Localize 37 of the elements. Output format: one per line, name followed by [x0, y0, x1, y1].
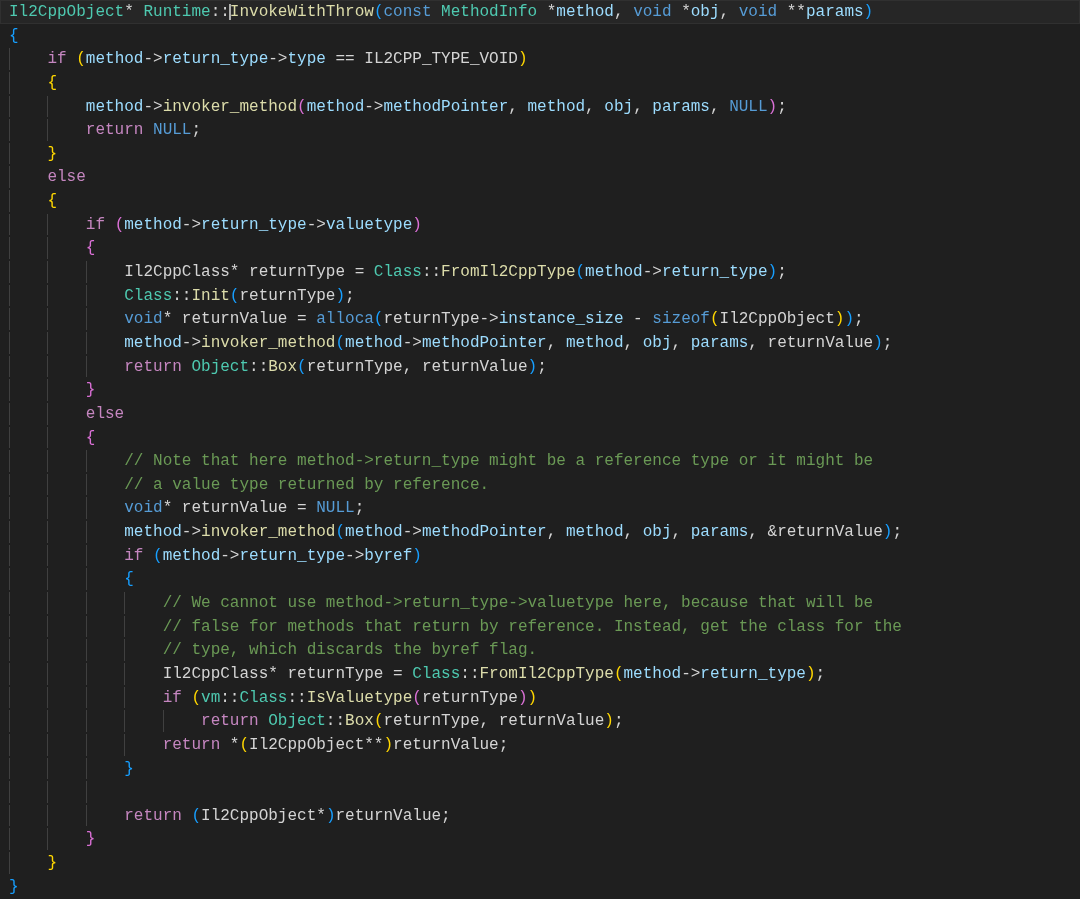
code-line: }: [9, 876, 19, 898]
code-line: return Object::Box(returnType, returnValue);: [200, 711, 624, 733]
code-line: if (vm::Class::IsValuetype(returnType)): [161, 687, 538, 709]
code-line: {: [46, 72, 57, 94]
code-line: }: [123, 758, 134, 780]
code-line: method->invoker_method(method->methodPointer, method, obj, params, &returnValue);: [123, 522, 902, 544]
code-line: Il2CppClass* returnType = Class::FromIl2CppType(method->return_type);: [161, 663, 826, 685]
code-line: return NULL;: [84, 120, 202, 142]
code-line: }: [84, 829, 96, 851]
code-line: // Note that here method->return_type might be a reference type or it might be: [123, 451, 874, 473]
code-line: }: [84, 380, 96, 402]
code-line: if (method->return_type->valuetype): [84, 214, 422, 236]
code-line: return *(Il2CppObject**)returnValue;: [161, 734, 509, 756]
code-line: }: [46, 853, 57, 875]
code-line: if (method->return_type->byref): [123, 545, 422, 567]
code-line: {: [46, 191, 57, 213]
code-line: // a value type returned by reference.: [123, 474, 490, 496]
code-line: if (method->return_type->type == IL2CPP_TYPE_VOID): [46, 49, 528, 71]
code-line: else: [84, 403, 125, 425]
code-line: return Object::Box(returnType, returnValue);: [123, 356, 547, 378]
code-line: Il2CppObject* Runtime::InvokeWithThrow(const MethodInfo *method, void *obj, void **params): [9, 2, 874, 23]
code-line: }: [46, 143, 57, 165]
code-line: Class::Init(returnType);: [123, 285, 355, 307]
code-line: method->invoker_method(method->methodPointer, method, obj, params, returnValue);: [123, 332, 893, 354]
code-line: method->invoker_method(method->methodPointer, method, obj, params, NULL);: [84, 96, 787, 118]
code-line: Il2CppClass* returnType = Class::FromIl2CppType(method->return_type);: [123, 262, 787, 284]
code-line: // We cannot use method->return_type->valuetype here, because that will be: [161, 593, 874, 614]
code-line: {: [84, 427, 96, 449]
code-line: return (Il2CppObject*)returnValue;: [123, 805, 451, 827]
code-line: // type, which discards the byref flag.: [161, 640, 538, 662]
code-line: {: [9, 25, 19, 47]
code-line: // false for methods that return by reference. Instead, get the class for the: [161, 616, 902, 638]
code-line: void* returnValue = NULL;: [123, 498, 365, 520]
code-line: {: [84, 238, 96, 260]
code-line: void* returnValue = alloca(returnType->instance_size - sizeof(Il2CppObject));: [123, 309, 864, 331]
code-line: {: [123, 569, 134, 591]
code-line: else: [46, 167, 86, 189]
